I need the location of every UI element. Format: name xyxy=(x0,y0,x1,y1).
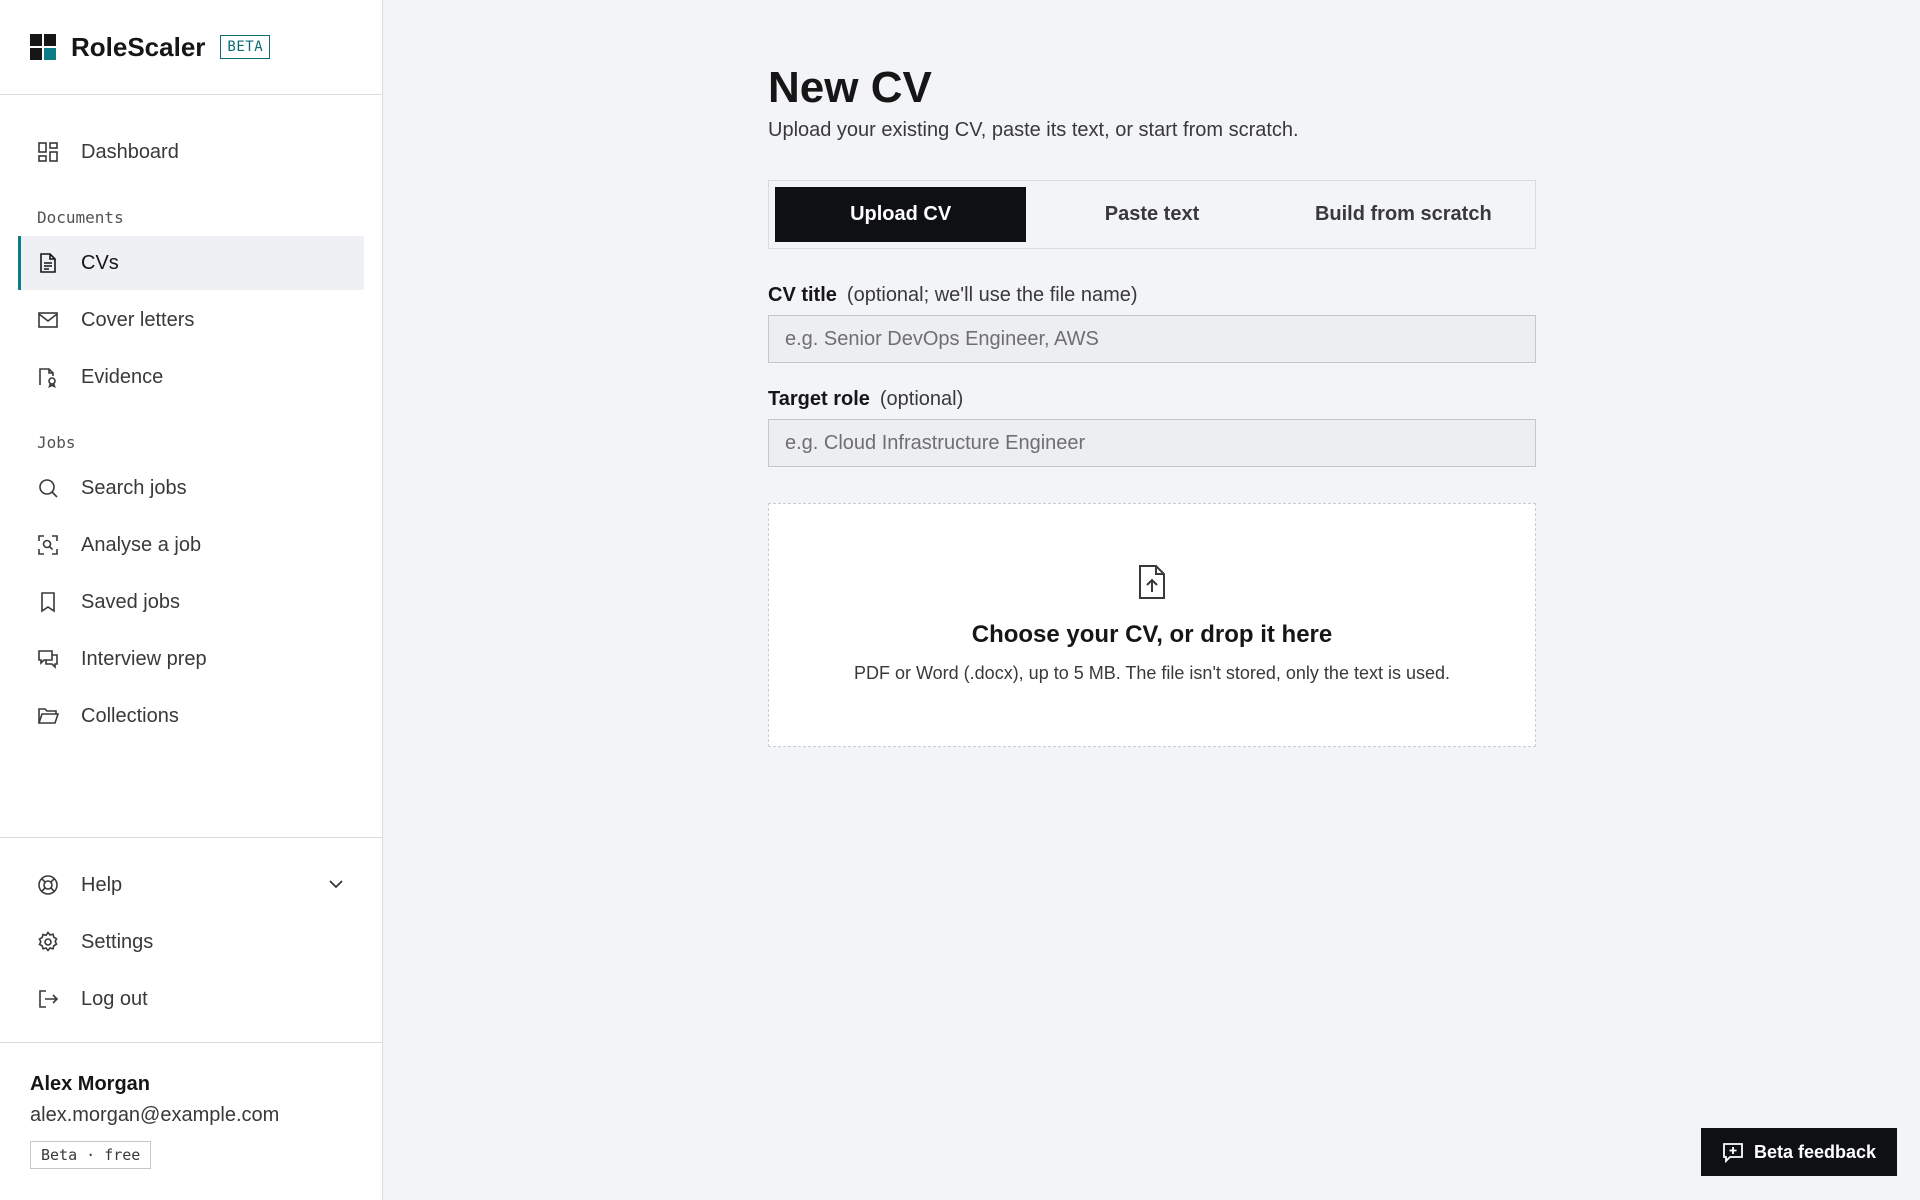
brand-name: RoleScaler xyxy=(71,31,206,62)
sidebar-item-settings[interactable]: Settings xyxy=(18,915,364,969)
user-profile: Alex Morgan alex.morgan@example.com Beta… xyxy=(0,1042,382,1200)
sidebar-item-dashboard[interactable]: Dashboard xyxy=(18,125,364,179)
scan-icon xyxy=(36,533,60,557)
dropzone-title: Choose your CV, or drop it here xyxy=(971,621,1333,648)
dropzone-subtitle: PDF or Word (.docx), up to 5 MB. The fil… xyxy=(853,663,1451,683)
sidebar-item-search-jobs[interactable]: Search jobs xyxy=(18,461,364,515)
target-role-hint: (optional) xyxy=(879,388,964,410)
sidebar-item-help[interactable]: Help xyxy=(18,858,364,912)
sidebar-item-cvs[interactable]: CVs xyxy=(18,236,364,290)
target-role-label-text: Target role xyxy=(768,388,870,410)
sidebar-item-label: Collections xyxy=(81,704,179,727)
envelope-icon xyxy=(36,308,60,332)
section-label-jobs: Jobs xyxy=(37,433,76,452)
sidebar-item-cover-letters[interactable]: Cover letters xyxy=(18,293,364,347)
lifebuoy-icon xyxy=(36,873,60,897)
sidebar-item-analyse-job[interactable]: Analyse a job xyxy=(18,518,364,572)
beta-badge: BETA xyxy=(220,35,271,59)
bookmark-icon xyxy=(36,590,60,614)
sidebar-item-collections[interactable]: Collections xyxy=(18,689,364,743)
sidebar-item-label: Evidence xyxy=(81,365,164,388)
search-icon xyxy=(36,476,60,500)
chat-icon xyxy=(36,647,60,671)
main-content: New CV Upload your existing CV, paste it… xyxy=(768,0,1536,747)
target-role-label: Target role (optional) xyxy=(768,388,1536,411)
gear-icon xyxy=(36,930,60,954)
secondary-nav: Help Settings Log out xyxy=(0,837,382,1029)
sidebar-item-label: Search jobs xyxy=(81,476,187,499)
feedback-icon xyxy=(1722,1141,1744,1163)
sidebar-item-label: Help xyxy=(81,873,123,896)
cv-title-hint: (optional; we'll use the file name) xyxy=(846,284,1138,306)
document-icon xyxy=(36,251,60,275)
evidence-icon xyxy=(36,365,60,389)
tab-build-from-scratch[interactable]: Build from scratch xyxy=(1278,187,1529,242)
page-title: New CV xyxy=(768,63,932,112)
chevron-down-icon[interactable] xyxy=(326,874,346,900)
sidebar-item-label: Settings xyxy=(81,930,154,953)
sidebar: RoleScaler BETA Dashboard Documents CVs … xyxy=(0,0,383,1200)
sidebar-item-evidence[interactable]: Evidence xyxy=(18,350,364,404)
logout-icon xyxy=(36,987,60,1011)
sidebar-item-label: Cover letters xyxy=(81,308,195,331)
beta-feedback-label: Beta feedback xyxy=(1753,1141,1877,1162)
dashboard-icon xyxy=(36,140,60,164)
sidebar-item-logout[interactable]: Log out xyxy=(18,972,364,1026)
tab-paste-text[interactable]: Paste text xyxy=(1026,187,1277,242)
sidebar-item-label: Analyse a job xyxy=(81,533,202,556)
logo-icon xyxy=(30,34,56,60)
beta-feedback-button[interactable]: Beta feedback xyxy=(1701,1128,1897,1176)
file-upload-icon xyxy=(1136,564,1168,605)
cv-title-label: CV title (optional; we'll use the file na… xyxy=(768,284,1536,307)
sidebar-item-label: Interview prep xyxy=(81,647,207,670)
cv-title-label-text: CV title xyxy=(768,284,837,306)
sidebar-item-label: Log out xyxy=(81,987,148,1010)
target-role-input[interactable] xyxy=(768,419,1536,467)
primary-nav: Dashboard Documents CVs Cover letters Ev… xyxy=(0,95,382,743)
cv-title-input[interactable] xyxy=(768,315,1536,363)
section-label-documents: Documents xyxy=(37,208,124,227)
source-tabs: Upload CV Paste text Build from scratch xyxy=(768,180,1536,249)
sidebar-item-saved-jobs[interactable]: Saved jobs xyxy=(18,575,364,629)
sidebar-item-label: Dashboard xyxy=(81,140,179,163)
tab-upload-cv[interactable]: Upload CV xyxy=(775,187,1027,242)
sidebar-item-interview-prep[interactable]: Interview prep xyxy=(18,632,364,686)
cv-dropzone[interactable]: Choose your CV, or drop it here PDF or W… xyxy=(768,503,1536,747)
brand-header: RoleScaler BETA xyxy=(0,0,382,95)
sidebar-item-label: CVs xyxy=(81,251,119,274)
folder-icon xyxy=(36,704,60,728)
sidebar-item-label: Saved jobs xyxy=(81,590,180,613)
page-subtitle: Upload your existing CV, paste its text,… xyxy=(768,119,1299,141)
plan-badge: Beta · free xyxy=(30,1141,152,1169)
user-name: Alex Morgan xyxy=(30,1073,151,1095)
user-email: alex.morgan@example.com xyxy=(30,1104,280,1126)
